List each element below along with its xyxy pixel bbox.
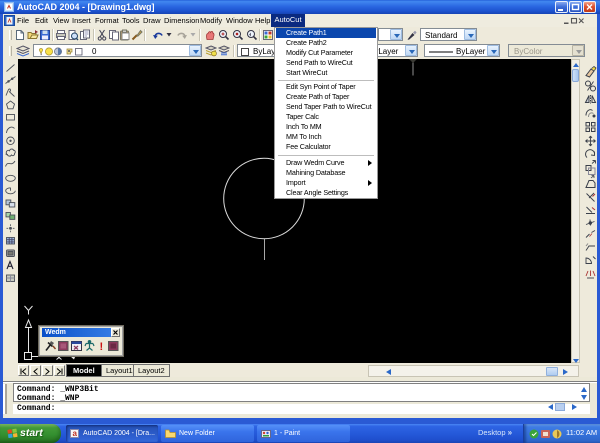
svg-text:!: ! bbox=[100, 341, 104, 352]
